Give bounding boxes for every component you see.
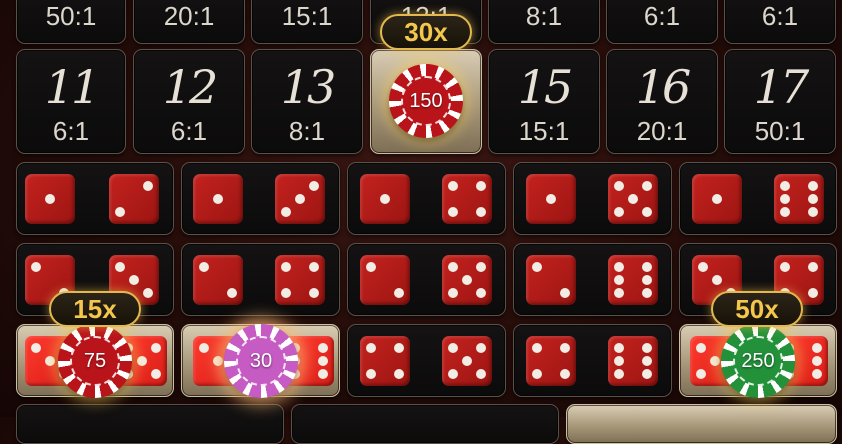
combo-cell-2-5[interactable]	[347, 243, 506, 316]
odds-label: 8:1	[525, 1, 563, 31]
odds-label: 20:1	[163, 1, 215, 31]
odds-label: 50:1	[754, 116, 806, 146]
bet-cell-total-11[interactable]: 11 6:1	[16, 49, 126, 154]
chip-combo-3-5[interactable]: 75	[58, 324, 132, 398]
total-number: 17	[753, 60, 810, 114]
total-number: 16	[635, 60, 692, 114]
combo-cell-4-6[interactable]	[513, 324, 672, 397]
chip-combo-3-6[interactable]: 30	[224, 324, 298, 398]
odds-label: 15:1	[281, 1, 333, 31]
die-face-1	[526, 174, 576, 224]
die-face-1	[193, 174, 243, 224]
bet-cell-total-16[interactable]: 16 20:1	[606, 49, 718, 154]
die-face-2	[526, 255, 576, 305]
die-face-4	[442, 174, 492, 224]
die-face-6	[608, 255, 658, 305]
chip-total-14[interactable]: 150	[389, 64, 463, 138]
die-face-5	[608, 174, 658, 224]
bet-cell-total-10[interactable]: 6:1	[724, 0, 836, 44]
total-number: 11	[44, 60, 101, 114]
bet-cell-total-8[interactable]: 8:1	[488, 0, 600, 44]
multiplier-badge-combo-3-5: 15x	[49, 291, 141, 327]
odds-label: 50:1	[45, 1, 97, 31]
odds-label: 6:1	[52, 116, 90, 146]
total-number: 12	[162, 60, 219, 114]
chip-value: 250	[733, 336, 783, 386]
die-face-4	[275, 255, 325, 305]
total-number: 13	[280, 60, 337, 114]
die-face-4	[526, 336, 576, 386]
odds-label: 6:1	[643, 1, 681, 31]
die-face-5	[442, 336, 492, 386]
die-face-2	[109, 174, 159, 224]
combo-cell-1-2[interactable]	[16, 162, 174, 235]
combo-cell-1-3[interactable]	[181, 162, 340, 235]
chip-value: 75	[70, 336, 120, 386]
odds-label: 6:1	[170, 116, 208, 146]
combo-cell-1-5[interactable]	[513, 162, 672, 235]
combo-cell-4-5[interactable]	[347, 324, 506, 397]
bet-cell-total-4[interactable]: 50:1	[16, 0, 126, 44]
odds-label: 15:1	[518, 116, 570, 146]
bet-cell-total-9[interactable]: 6:1	[606, 0, 718, 44]
bet-cell-bottom-2[interactable]	[291, 404, 559, 444]
total-number: 15	[517, 60, 574, 114]
die-face-4	[360, 336, 410, 386]
chip-combo-5-6[interactable]: 250	[721, 324, 795, 398]
bet-cell-total-12[interactable]: 12 6:1	[133, 49, 245, 154]
chip-value: 30	[236, 336, 286, 386]
die-face-2	[193, 255, 243, 305]
die-face-2	[360, 255, 410, 305]
bet-cell-total-13[interactable]: 13 8:1	[251, 49, 363, 154]
die-face-1	[692, 174, 742, 224]
bet-cell-total-5[interactable]: 20:1	[133, 0, 245, 44]
combo-cell-2-4[interactable]	[181, 243, 340, 316]
odds-label: 6:1	[761, 1, 799, 31]
multiplier-badge-total-14: 30x	[380, 14, 472, 50]
die-face-6	[608, 336, 658, 386]
die-face-5	[442, 255, 492, 305]
bet-cell-bottom-1[interactable]	[16, 404, 284, 444]
bet-cell-total-6[interactable]: 15:1	[251, 0, 363, 44]
combo-cell-2-6[interactable]	[513, 243, 672, 316]
die-face-1	[360, 174, 410, 224]
multiplier-badge-combo-5-6: 50x	[711, 291, 803, 327]
bet-cell-total-17[interactable]: 17 50:1	[724, 49, 836, 154]
combo-cell-1-6[interactable]	[679, 162, 837, 235]
combo-cell-1-4[interactable]	[347, 162, 506, 235]
odds-label: 20:1	[636, 116, 688, 146]
die-face-6	[774, 174, 824, 224]
die-face-1	[25, 174, 75, 224]
bet-cell-total-15[interactable]: 15 15:1	[488, 49, 600, 154]
odds-label: 8:1	[288, 116, 326, 146]
die-face-3	[275, 174, 325, 224]
bet-cell-bottom-3[interactable]	[566, 404, 837, 444]
chip-value: 150	[401, 76, 451, 126]
